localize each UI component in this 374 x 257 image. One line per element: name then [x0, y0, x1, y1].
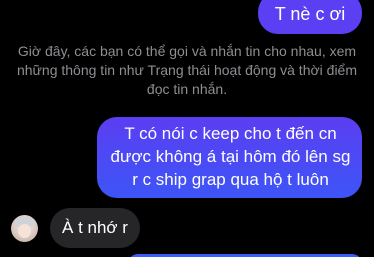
system-notice: Giờ đây, các bạn có thể gọi và nhắn tin … [16, 43, 358, 97]
message-text: À t nhớ r [62, 218, 128, 237]
message-text: T có nói c keep cho t đến cn được không … [110, 124, 351, 189]
avatar[interactable] [11, 215, 38, 242]
outgoing-message-bubble[interactable]: T nè c ơi [258, 0, 362, 34]
incoming-message-bubble[interactable]: À t nhớ r [50, 208, 140, 248]
message-text: T nè c ơi [274, 4, 346, 24]
outgoing-message-bubble[interactable]: T có nói c keep cho t đến cn được không … [97, 117, 362, 198]
chat-thread: T nè c ơi Giờ đây, các bạn có thể gọi và… [0, 0, 374, 257]
